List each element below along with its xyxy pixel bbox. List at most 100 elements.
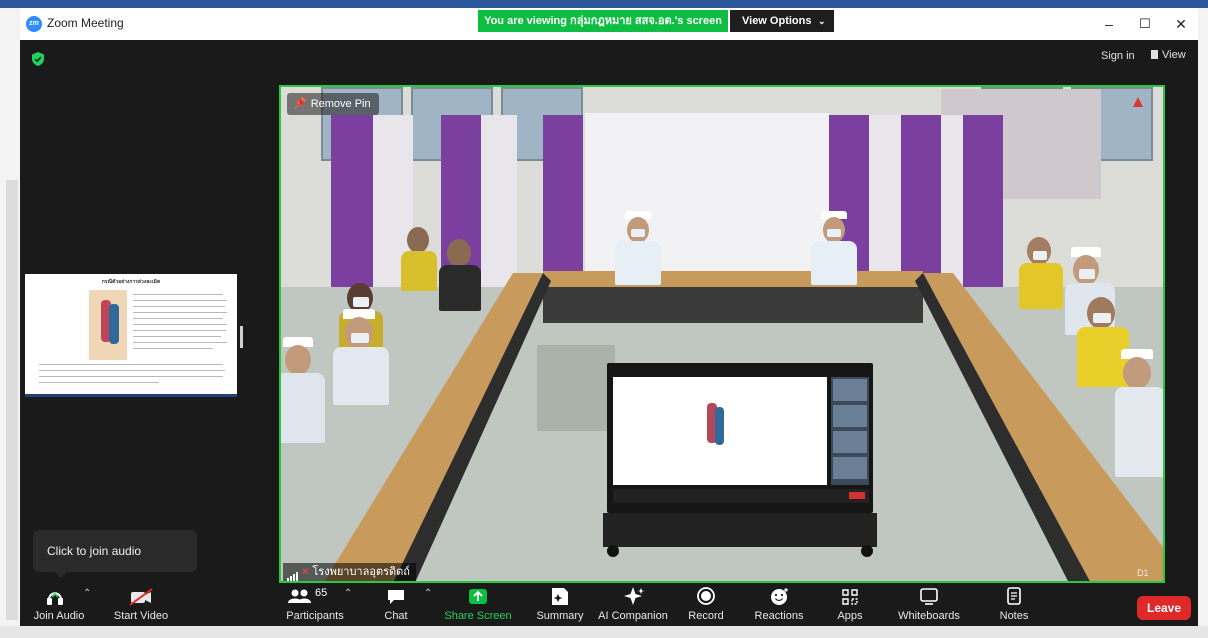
document-text-line bbox=[133, 324, 227, 325]
share-screen-icon bbox=[469, 589, 487, 604]
whiteboard-icon bbox=[920, 588, 938, 605]
reactions-button[interactable]: Reactions bbox=[750, 584, 808, 626]
view-options-button[interactable]: View Options ⌄ bbox=[730, 10, 834, 32]
record-icon bbox=[697, 587, 715, 605]
document-text-line bbox=[133, 312, 227, 313]
video-scene-pc-stand bbox=[537, 345, 615, 431]
chat-button[interactable]: Chat bbox=[378, 584, 414, 626]
video-scene-tv-cart bbox=[603, 513, 877, 547]
document-text-line bbox=[133, 294, 223, 295]
sign-in-button[interactable]: Sign in bbox=[1101, 50, 1135, 62]
view-layout-button[interactable]: View bbox=[1151, 49, 1186, 61]
tooltip-arrow bbox=[55, 572, 67, 578]
leave-meeting-button[interactable]: Leave bbox=[1137, 596, 1191, 620]
whiteboards-button[interactable]: Whiteboards bbox=[892, 584, 966, 626]
maximize-button[interactable]: ☐ bbox=[1130, 14, 1160, 34]
record-button[interactable]: Record bbox=[682, 584, 730, 626]
screen-share-banner: You are viewing กลุ่มกฎหมาย สสจ.อต.'s sc… bbox=[478, 10, 840, 32]
document-text-line bbox=[133, 318, 223, 319]
reactions-label: Reactions bbox=[754, 610, 804, 622]
person-body bbox=[401, 251, 437, 291]
notes-label: Notes bbox=[999, 610, 1029, 622]
notes-icon bbox=[1007, 587, 1021, 605]
document-text-line bbox=[133, 336, 221, 337]
person-head bbox=[407, 227, 429, 253]
notes-button[interactable]: Notes bbox=[990, 584, 1038, 626]
record-label: Record bbox=[688, 610, 724, 622]
start-video-button[interactable]: Start Video bbox=[106, 584, 176, 626]
face-mask bbox=[1079, 269, 1095, 279]
face-mask bbox=[1033, 251, 1047, 260]
face-mask bbox=[353, 297, 369, 307]
ai-companion-button[interactable]: AI Companion bbox=[596, 584, 670, 626]
document-text-line bbox=[133, 306, 225, 307]
person-body bbox=[281, 373, 325, 443]
face-mask bbox=[631, 229, 645, 237]
person-body bbox=[615, 241, 661, 285]
whiteboards-label: Whiteboards bbox=[898, 610, 960, 622]
window-title: Zoom Meeting bbox=[47, 16, 124, 30]
background-status-bar bbox=[0, 626, 1208, 638]
chat-options-chevron-icon[interactable]: ⌃ bbox=[424, 588, 432, 599]
join-audio-tooltip: Click to join audio bbox=[33, 530, 197, 578]
shared-screen-thumbnail[interactable]: กรณีตัวอย่างการล่วงละเมิด bbox=[25, 274, 237, 397]
chat-label: Chat bbox=[384, 610, 408, 622]
warning-flag-icon bbox=[1133, 97, 1143, 107]
document-text-line bbox=[133, 342, 227, 343]
pinned-video-tile[interactable]: 📌 Remove Pin ✕ โรงพยาบาลอุตรดิตถ์ D1 bbox=[279, 85, 1165, 583]
tv-gallery-tile bbox=[833, 431, 867, 453]
close-button[interactable]: ✕ bbox=[1166, 14, 1196, 34]
person-head bbox=[447, 239, 471, 267]
audio-options-chevron-icon[interactable]: ⌃ bbox=[83, 588, 91, 599]
zoom-logo-icon: zm bbox=[26, 16, 42, 32]
zoom-meeting-window: zm Zoom Meeting You are viewing กลุ่มกฎห… bbox=[20, 8, 1198, 626]
document-text-line bbox=[39, 376, 223, 377]
layout-icon bbox=[1151, 50, 1158, 59]
background-window-right bbox=[1198, 8, 1208, 638]
share-screen-label: Share Screen bbox=[444, 610, 512, 622]
apps-grid-icon bbox=[842, 589, 858, 605]
tv-gallery-tile bbox=[833, 379, 867, 401]
person-body bbox=[333, 347, 389, 405]
pin-icon: 📌 bbox=[293, 98, 307, 110]
tv-illustration-figure bbox=[715, 407, 724, 445]
face-mask bbox=[351, 333, 369, 343]
apps-label: Apps bbox=[837, 610, 863, 622]
background-vertical-ruler bbox=[6, 180, 18, 620]
video-scene-tv-monitor bbox=[607, 363, 873, 513]
smiley-face-icon bbox=[771, 588, 788, 605]
tv-gallery-tile bbox=[833, 405, 867, 427]
meeting-toolbar: Join Audio ⌃ Start Video 65 Participants… bbox=[20, 584, 1198, 626]
mic-muted-icon: ✕ bbox=[301, 567, 310, 578]
document-text-line bbox=[133, 330, 226, 331]
minimize-button[interactable]: – bbox=[1094, 14, 1124, 34]
tv-toolbar bbox=[613, 489, 869, 503]
participants-options-chevron-icon[interactable]: ⌃ bbox=[344, 588, 352, 599]
summary-button[interactable]: Summary bbox=[528, 584, 592, 626]
chevron-down-icon: ⌄ bbox=[818, 16, 826, 26]
participant-name-tag: ✕ โรงพยาบาลอุตรดิตถ์ bbox=[283, 563, 416, 581]
person-head bbox=[1123, 357, 1151, 389]
view-layout-label: View bbox=[1162, 49, 1186, 61]
join-audio-label: Join Audio bbox=[33, 610, 85, 622]
ai-sparkle-icon bbox=[624, 587, 645, 605]
person-body bbox=[1019, 263, 1063, 309]
title-bar: zm Zoom Meeting You are viewing กลุ่มกฎห… bbox=[20, 8, 1198, 40]
remove-pin-button[interactable]: 📌 Remove Pin bbox=[287, 93, 379, 115]
panel-resize-handle[interactable] bbox=[240, 326, 243, 348]
participant-name: โรงพยาบาลอุตรดิตถ์ bbox=[312, 566, 410, 578]
tv-gallery-tile bbox=[833, 457, 867, 479]
remove-pin-label: Remove Pin bbox=[310, 98, 371, 110]
view-options-label: View Options bbox=[742, 15, 812, 27]
share-screen-button[interactable]: Share Screen bbox=[444, 584, 512, 626]
participants-button[interactable]: 65 Participants bbox=[282, 584, 348, 626]
face-mask bbox=[1093, 313, 1111, 323]
apps-button[interactable]: Apps bbox=[830, 584, 870, 626]
cart-wheel bbox=[861, 545, 873, 557]
ai-companion-label: AI Companion bbox=[598, 610, 668, 622]
document-text-line bbox=[133, 348, 213, 349]
shield-icon[interactable] bbox=[32, 52, 44, 66]
tooltip-text: Click to join audio bbox=[47, 544, 142, 558]
summary-document-icon bbox=[552, 588, 568, 605]
document-text-line bbox=[39, 364, 223, 365]
